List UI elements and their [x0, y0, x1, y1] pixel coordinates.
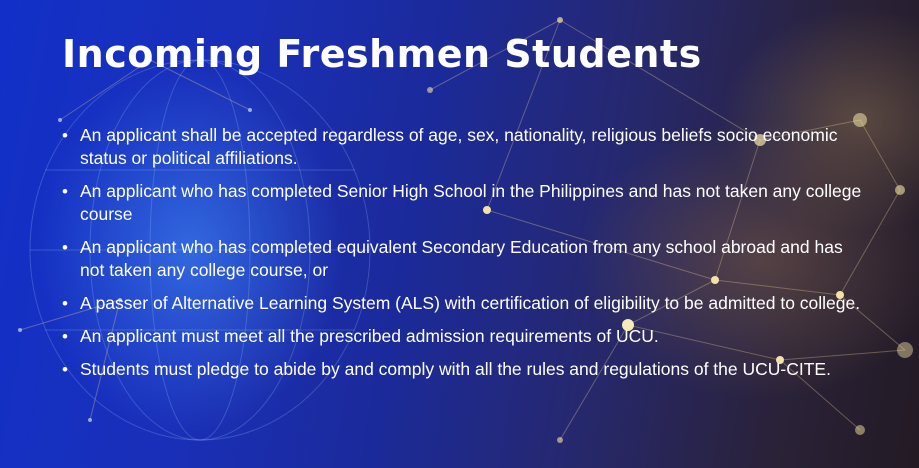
- bullet-marker: •: [62, 182, 68, 201]
- bullet-marker: •: [62, 238, 68, 257]
- presentation-slide: Incoming Freshmen Students • An applican…: [0, 0, 919, 468]
- bullet-item: • A passer of Alternative Learning Syste…: [62, 292, 862, 315]
- bullet-text: An applicant who has completed Senior Hi…: [80, 181, 862, 224]
- bullet-marker: •: [62, 360, 68, 379]
- bullet-text: An applicant must meet all the prescribe…: [80, 326, 659, 346]
- bullet-text: A passer of Alternative Learning System …: [80, 293, 861, 313]
- bullet-text: An applicant who has completed equivalen…: [80, 237, 843, 280]
- bullet-item: • An applicant must meet all the prescri…: [62, 325, 862, 348]
- bullet-marker: •: [62, 294, 68, 313]
- bullet-item: • An applicant who has completed equival…: [62, 236, 862, 282]
- bullet-item: • An applicant shall be accepted regardl…: [62, 124, 862, 170]
- bullet-list: • An applicant shall be accepted regardl…: [62, 124, 862, 391]
- bullet-text: An applicant shall be accepted regardles…: [80, 125, 838, 168]
- bullet-marker: •: [62, 126, 68, 145]
- bullet-marker: •: [62, 327, 68, 346]
- bullet-item: • An applicant who has completed Senior …: [62, 180, 862, 226]
- bullet-text: Students must pledge to abide by and com…: [80, 359, 831, 379]
- bullet-item: • Students must pledge to abide by and c…: [62, 358, 862, 381]
- slide-title: Incoming Freshmen Students: [62, 32, 702, 76]
